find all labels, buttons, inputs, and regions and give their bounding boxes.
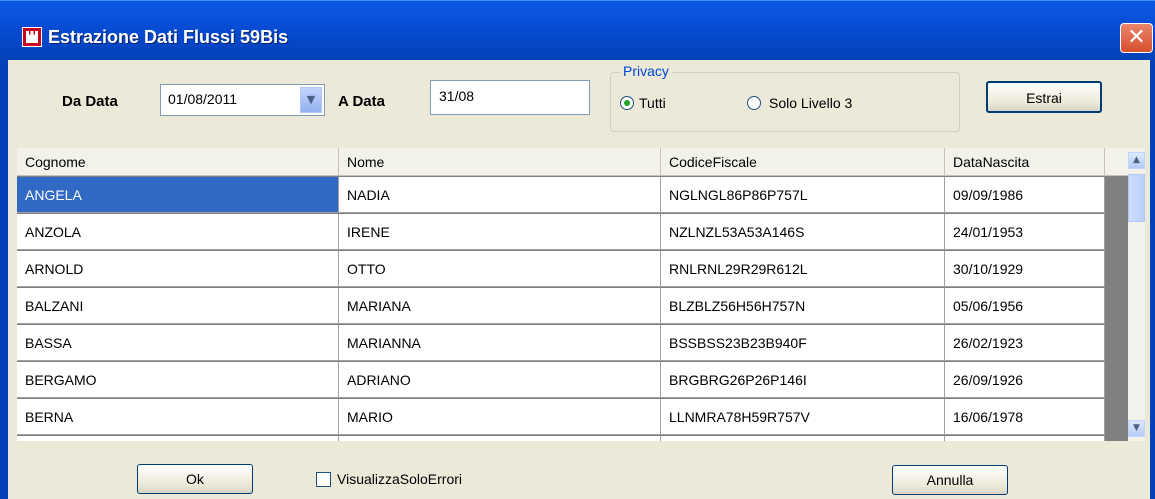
table-cell[interactable]: BERNA: [17, 399, 339, 435]
table-cell[interactable]: 26/02/1923: [945, 325, 1105, 361]
vertical-scrollbar[interactable]: ▲ ▼: [1128, 148, 1145, 441]
table-cell[interactable]: NGLNGL86P86P757L: [661, 177, 945, 213]
table-cell[interactable]: BRGBRG26P26P146I: [661, 362, 945, 398]
table-cell[interactable]: 16/06/1978: [945, 399, 1105, 435]
scroll-thumb[interactable]: [1128, 174, 1145, 222]
table-cell[interactable]: 05/06/1956: [945, 288, 1105, 324]
a-data-label: A Data: [338, 93, 385, 110]
table-cell[interactable]: BALZANI: [17, 288, 339, 324]
table-cell[interactable]: IRENE: [339, 214, 661, 250]
radio-solo-livello-3-label[interactable]: Solo Livello 3: [769, 95, 852, 111]
table-cell[interactable]: OTTO: [339, 251, 661, 287]
table-cell[interactable]: BASSA: [17, 325, 339, 361]
scroll-down-icon[interactable]: ▼: [1128, 420, 1145, 437]
table-cell[interactable]: BERGAMO: [17, 362, 339, 398]
table-cell[interactable]: ANGELA: [17, 177, 339, 213]
column-header-codicefiscale[interactable]: CodiceFiscale: [661, 148, 945, 176]
annulla-button[interactable]: Annulla: [892, 465, 1008, 495]
table-cell[interactable]: ANZOLA: [17, 214, 339, 250]
table-cell[interactable]: ARNOLD: [17, 251, 339, 287]
column-header-datanascita[interactable]: DataNascita: [945, 148, 1105, 176]
table-cell[interactable]: BLZBLZ56H56H757N: [661, 288, 945, 324]
window-title: Estrazione Dati Flussi 59Bis: [48, 27, 289, 47]
scroll-up-icon[interactable]: ▲: [1128, 152, 1145, 169]
table-cell[interactable]: 30/10/1929: [945, 251, 1105, 287]
window-frame-left: [0, 60, 8, 499]
table-cell[interactable]: LLNMRA78H59R757V: [661, 399, 945, 435]
data-grid[interactable]: Cognome Nome CodiceFiscale DataNascita A…: [17, 148, 1145, 441]
table-cell[interactable]: BERNA: [17, 436, 339, 441]
da-data-combobox[interactable]: 01/08/2011 ▼: [160, 84, 325, 116]
column-header-cognome[interactable]: Cognome: [17, 148, 339, 176]
table-cell[interactable]: BSSBSS23B23B940F: [661, 325, 945, 361]
table-cell[interactable]: ADRIANO: [339, 362, 661, 398]
table-cell[interactable]: NZLNZL53A53A146S: [661, 214, 945, 250]
table-cell[interactable]: MARIANA: [339, 288, 661, 324]
visualizza-solo-errori-label[interactable]: VisualizzaSoloErrori: [337, 471, 462, 487]
column-header-nome[interactable]: Nome: [339, 148, 661, 176]
table-cell[interactable]: 24/01/1953: [945, 214, 1105, 250]
table-cell[interactable]: MARIO: [339, 399, 661, 435]
ok-button[interactable]: Ok: [137, 464, 253, 494]
table-cell[interactable]: BZENRC62D46S673K: [661, 436, 945, 441]
da-data-label: Da Data: [62, 93, 118, 110]
table-cell[interactable]: 09/09/1986: [945, 177, 1105, 213]
close-button[interactable]: ✕: [1120, 23, 1153, 53]
table-cell[interactable]: NORA: [339, 436, 661, 441]
da-data-value: 01/08/2011: [168, 91, 238, 107]
window-frame-right: [1150, 60, 1155, 499]
radio-solo-livello-3[interactable]: [747, 96, 761, 110]
title-bar[interactable]: Estrazione Dati Flussi 59Bis ✕: [0, 0, 1155, 60]
table-cell[interactable]: NADIA: [339, 177, 661, 213]
table-cell[interactable]: MARIANNA: [339, 325, 661, 361]
privacy-group-title: Privacy: [620, 63, 672, 79]
a-data-field[interactable]: 31/08: [430, 80, 590, 115]
visualizza-solo-errori-checkbox[interactable]: [316, 472, 331, 487]
table-cell[interactable]: 06/09/1962: [945, 436, 1105, 441]
castle-icon[interactable]: [22, 27, 42, 47]
table-cell[interactable]: 26/09/1926: [945, 362, 1105, 398]
radio-tutti-label[interactable]: Tutti: [639, 95, 666, 111]
estrai-button[interactable]: Estrai: [986, 81, 1102, 113]
table-cell[interactable]: RNLRNL29R29R612L: [661, 251, 945, 287]
chevron-down-icon[interactable]: ▼: [300, 87, 322, 113]
radio-tutti[interactable]: [620, 96, 634, 110]
